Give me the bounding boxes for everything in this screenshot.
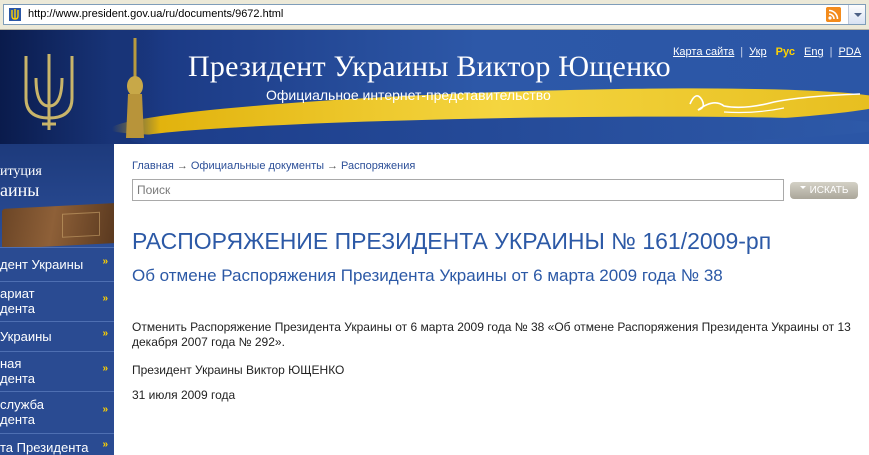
lang-link-ukr[interactable]: Укр — [749, 46, 766, 58]
lang-link-eng[interactable]: Eng — [804, 46, 824, 58]
pda-link[interactable]: PDA — [838, 46, 861, 58]
sidebar-item-label: дент Украины — [0, 257, 84, 272]
sidebar-item-president[interactable]: дент Украины » — [0, 247, 114, 281]
search-input[interactable]: Поиск — [132, 179, 784, 201]
breadcrumb-orders[interactable]: Распоряжения — [341, 160, 415, 172]
search-placeholder: Поиск — [137, 183, 171, 197]
link-separator: | — [829, 46, 833, 58]
breadcrumb-separator: → — [176, 160, 188, 172]
president-signature-icon — [689, 93, 861, 114]
sidebar-item-service[interactable]: служба дента » — [0, 391, 114, 433]
sidebar-item-president-page[interactable]: та Президента » — [0, 433, 114, 455]
double-arrow-icon: » — [102, 328, 107, 339]
double-arrow-icon: » — [102, 439, 107, 450]
url-text[interactable]: http://www.president.gov.ua/ru/documents… — [28, 8, 283, 20]
constitution-book-image — [2, 203, 114, 249]
site-title: Президент Украины Виктор Ющенко — [188, 50, 671, 83]
site-subtitle: Официальное интернет-представительство — [266, 87, 551, 103]
document-subtitle: Об отмене Распоряжения Президента Украин… — [132, 266, 723, 285]
url-history-dropdown-button[interactable] — [848, 5, 865, 24]
search-button[interactable]: ИСКАТЬ — [790, 182, 858, 199]
search-button-label: ИСКАТЬ — [809, 185, 849, 196]
document-body: Отменить Распоряжение Президента Украины… — [132, 320, 851, 349]
sidebar-item-label: служба дента — [0, 397, 44, 427]
sitemap-link[interactable]: Карта сайта — [673, 46, 734, 58]
double-arrow-icon: » — [102, 404, 107, 415]
dropdown-triangle-icon — [799, 186, 806, 192]
main-content: Главная → Официальные документы → Распоряжен… — [114, 144, 869, 455]
double-arrow-icon: » — [102, 293, 107, 304]
sidebar-item-label: Украины — [0, 329, 52, 344]
document-title: РАСПОРЯЖЕНИЕ ПРЕЗИДЕНТА УКРАИНЫ № 161/20… — [132, 228, 772, 254]
sidebar-item-label: ариат дента — [0, 286, 36, 316]
link-separator: | — [740, 46, 744, 58]
trident-icon — [9, 8, 21, 21]
constitution-banner[interactable]: итуция аины — [0, 144, 114, 249]
sidebar-item-ukraine[interactable]: Украины » — [0, 321, 114, 351]
lang-link-rus[interactable]: Рус — [776, 46, 795, 58]
flag-tassel-icon — [126, 38, 144, 138]
sidebar-item-label: та Президента — [0, 440, 89, 455]
sidebar-item-secretariat[interactable]: ариат дента » — [0, 281, 114, 321]
site-header-banner: Президент Украины Виктор Ющенко Официаль… — [0, 30, 869, 144]
left-sidebar: итуция аины дент Украины » ариат дента »… — [0, 144, 114, 455]
document-signature: Президент Украины Виктор ЮЩЕНКО — [132, 363, 345, 377]
breadcrumb-home[interactable]: Главная — [132, 160, 174, 172]
url-field[interactable]: http://www.president.gov.ua/ru/documents… — [3, 4, 866, 25]
double-arrow-icon: » — [102, 256, 107, 267]
coat-of-arms-trident-icon[interactable] — [18, 48, 80, 134]
double-arrow-icon: » — [102, 363, 107, 374]
breadcrumb-separator: → — [327, 160, 339, 172]
breadcrumb: Главная → Официальные документы → Распоряжен… — [132, 160, 415, 172]
sidebar-item-label: ная дента — [0, 356, 36, 386]
breadcrumb-official-documents[interactable]: Официальные документы — [191, 160, 324, 172]
sidebar-item-office[interactable]: ная дента » — [0, 351, 114, 391]
browser-address-bar: http://www.president.gov.ua/ru/documents… — [0, 0, 869, 30]
rss-feed-icon[interactable] — [826, 7, 841, 22]
constitution-heading-line2: аины — [0, 180, 40, 200]
document-date: 31 июля 2009 года — [132, 388, 236, 402]
constitution-heading-line1: итуция — [0, 164, 42, 179]
header-links: Карта сайта | Укр Рус Eng | PDA — [673, 46, 861, 58]
